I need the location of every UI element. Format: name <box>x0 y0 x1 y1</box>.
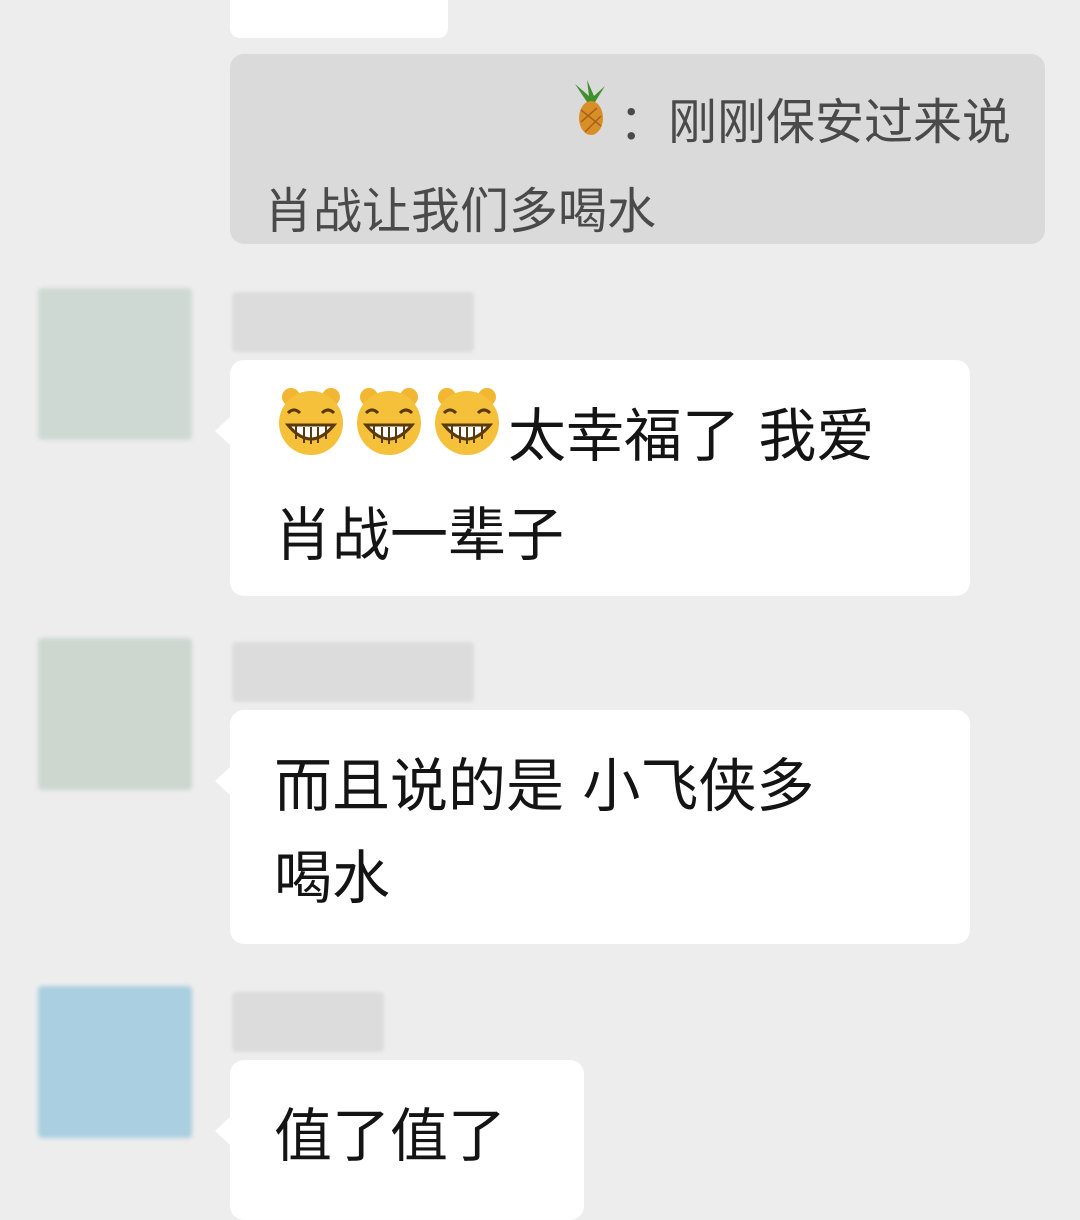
message-bubble[interactable]: 而且说的是 小飞侠多 喝水 <box>215 710 970 944</box>
message-text: 肖战一辈子 <box>274 500 565 569</box>
pineapple-icon <box>567 79 611 165</box>
avatar[interactable] <box>38 288 192 440</box>
quote-separator: ： <box>618 94 668 151</box>
message-text: 而且说的是 小飞侠多 <box>274 752 815 820</box>
message-text: 太幸福了 我爱 <box>508 402 875 470</box>
quote-text-line-1: 刚刚保安过来说 <box>667 94 1011 151</box>
message-bubble[interactable]: 值了值了 <box>215 1060 584 1220</box>
avatar[interactable] <box>38 986 192 1138</box>
grinning-face-icon <box>274 385 348 483</box>
chat-view: ：刚刚保安过来说 肖战让我们多喝水 太幸福了 我爱 肖战一辈子 而且说的是 小飞… <box>0 0 1080 1220</box>
sender-name-blurred <box>232 292 474 352</box>
quote-text-line-2: 肖战让我们多喝水 <box>264 182 657 240</box>
grinning-face-icon <box>352 385 426 483</box>
quoted-message[interactable]: ：刚刚保安过来说 肖战让我们多喝水 <box>230 54 1045 244</box>
message-line: 太幸福了 我爱 <box>274 387 926 489</box>
avatar[interactable] <box>38 638 192 790</box>
message-bubble[interactable]: 太幸福了 我爱 肖战一辈子 <box>215 360 970 596</box>
message-text: 喝水 <box>274 844 391 912</box>
message-text: 值了值了 <box>274 1102 507 1170</box>
previous-message-bubble[interactable] <box>230 0 448 38</box>
quoted-line-1: ：刚刚保安过来说 <box>264 79 1011 169</box>
sender-name-blurred <box>232 642 474 702</box>
grinning-face-icon <box>430 385 504 483</box>
sender-name-blurred <box>232 992 384 1052</box>
